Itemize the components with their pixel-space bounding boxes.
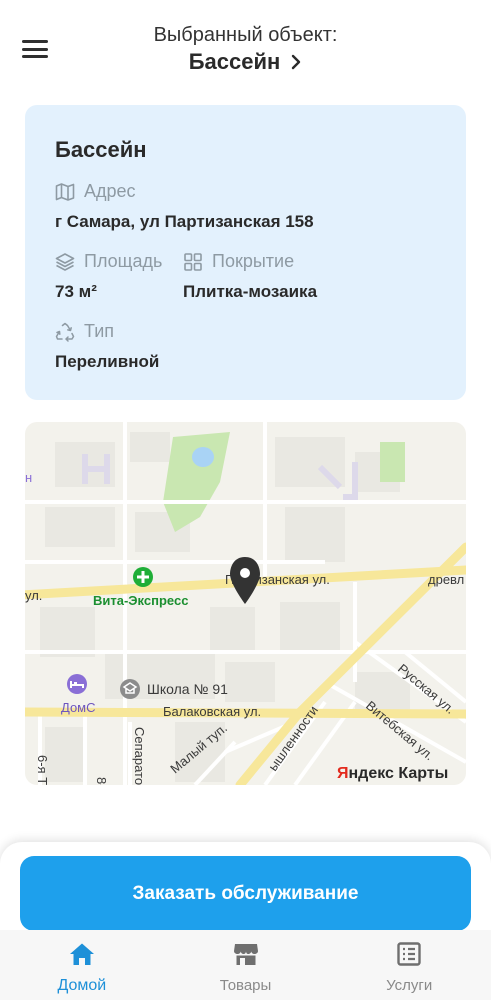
area-value: 73 м² (55, 282, 97, 301)
school-icon (120, 679, 140, 699)
tab-services[interactable]: Услуги (327, 930, 491, 1000)
map-poi-label-vita: Вита-Экспресс (93, 593, 188, 608)
map-attribution[interactable]: Яндекс Карты (337, 765, 448, 782)
yandex-logo-letter: Я (337, 765, 349, 782)
type-value: Переливной (55, 352, 160, 371)
area-label: Площадь (84, 251, 163, 271)
map-park (163, 432, 230, 532)
store-icon (233, 942, 259, 971)
svg-text:н: н (25, 470, 32, 485)
layers-icon (55, 252, 75, 272)
type-label: Тип (84, 321, 115, 341)
header-title: Бассейн (188, 49, 281, 74)
home-icon (69, 942, 95, 971)
map-street-label-separatorny: Сепарато (132, 727, 147, 785)
coating-field: Покрытие Плитка-мозаика (183, 251, 317, 302)
map-pond (192, 447, 214, 467)
map-poi-label-school: Школа № 91 (147, 681, 228, 697)
tab-services-label: Услуги (386, 977, 433, 994)
grid-icon (183, 252, 203, 272)
tab-products-label: Товары (219, 977, 272, 994)
map-poi-school[interactable]: Школа № 91 (120, 679, 228, 699)
yandex-logo-text: ндекс Карты (349, 765, 449, 782)
map-pin-icon[interactable] (230, 557, 260, 604)
map-street-label-six: 6-я Т (35, 755, 50, 785)
header-subtitle: Выбранный объект: (153, 24, 338, 46)
map-poi-label-doms: ДомС (61, 700, 96, 715)
recycle-icon (55, 322, 75, 342)
area-field: Площадь 73 м² (55, 251, 162, 302)
address-field: Адрес г Самара, ул Партизанская 158 (55, 181, 314, 232)
selected-object-selector[interactable]: Бассейн (0, 49, 491, 75)
map-street-label-partizanskaya-left: ул. (25, 588, 42, 603)
tab-home-label: Домой (57, 977, 107, 994)
map-street-label-drevl: древл (428, 572, 464, 587)
map-view[interactable]: Партизанская ул. ул. Балаковская ул. дре… (25, 422, 466, 785)
map-green-area (380, 442, 405, 482)
tab-home[interactable]: Домой (0, 930, 164, 1000)
bottom-tab-bar: Домой Товары Услуги (0, 930, 491, 1000)
type-field: Тип Переливной (55, 321, 159, 372)
object-info-card: Бассейн Адрес г Самара, ул Партизанская … (25, 105, 466, 400)
coating-value: Плитка-мозаика (183, 282, 318, 301)
map-poi-doms[interactable]: ДомС (61, 674, 96, 715)
svg-text:Яндекс Карты: Яндекс Карты (337, 765, 448, 782)
map-canvas: Партизанская ул. ул. Балаковская ул. дре… (25, 422, 466, 785)
object-title: Бассейн (55, 137, 147, 162)
map-icon (55, 182, 75, 201)
chevron-right-icon (290, 54, 302, 70)
address-label: Адрес (84, 181, 136, 201)
order-service-button[interactable]: Заказать обслуживание (20, 856, 471, 931)
list-icon (397, 942, 421, 971)
coating-label: Покрытие (212, 251, 295, 271)
map-street-label-eight: 8- (94, 777, 109, 785)
app-header: Выбранный объект: Бассейн (0, 0, 491, 100)
address-value: г Самара, ул Партизанская 158 (55, 212, 314, 231)
map-street-label-balakovskaya: Балаковская ул. (163, 704, 261, 719)
tab-products[interactable]: Товары (164, 930, 328, 1000)
